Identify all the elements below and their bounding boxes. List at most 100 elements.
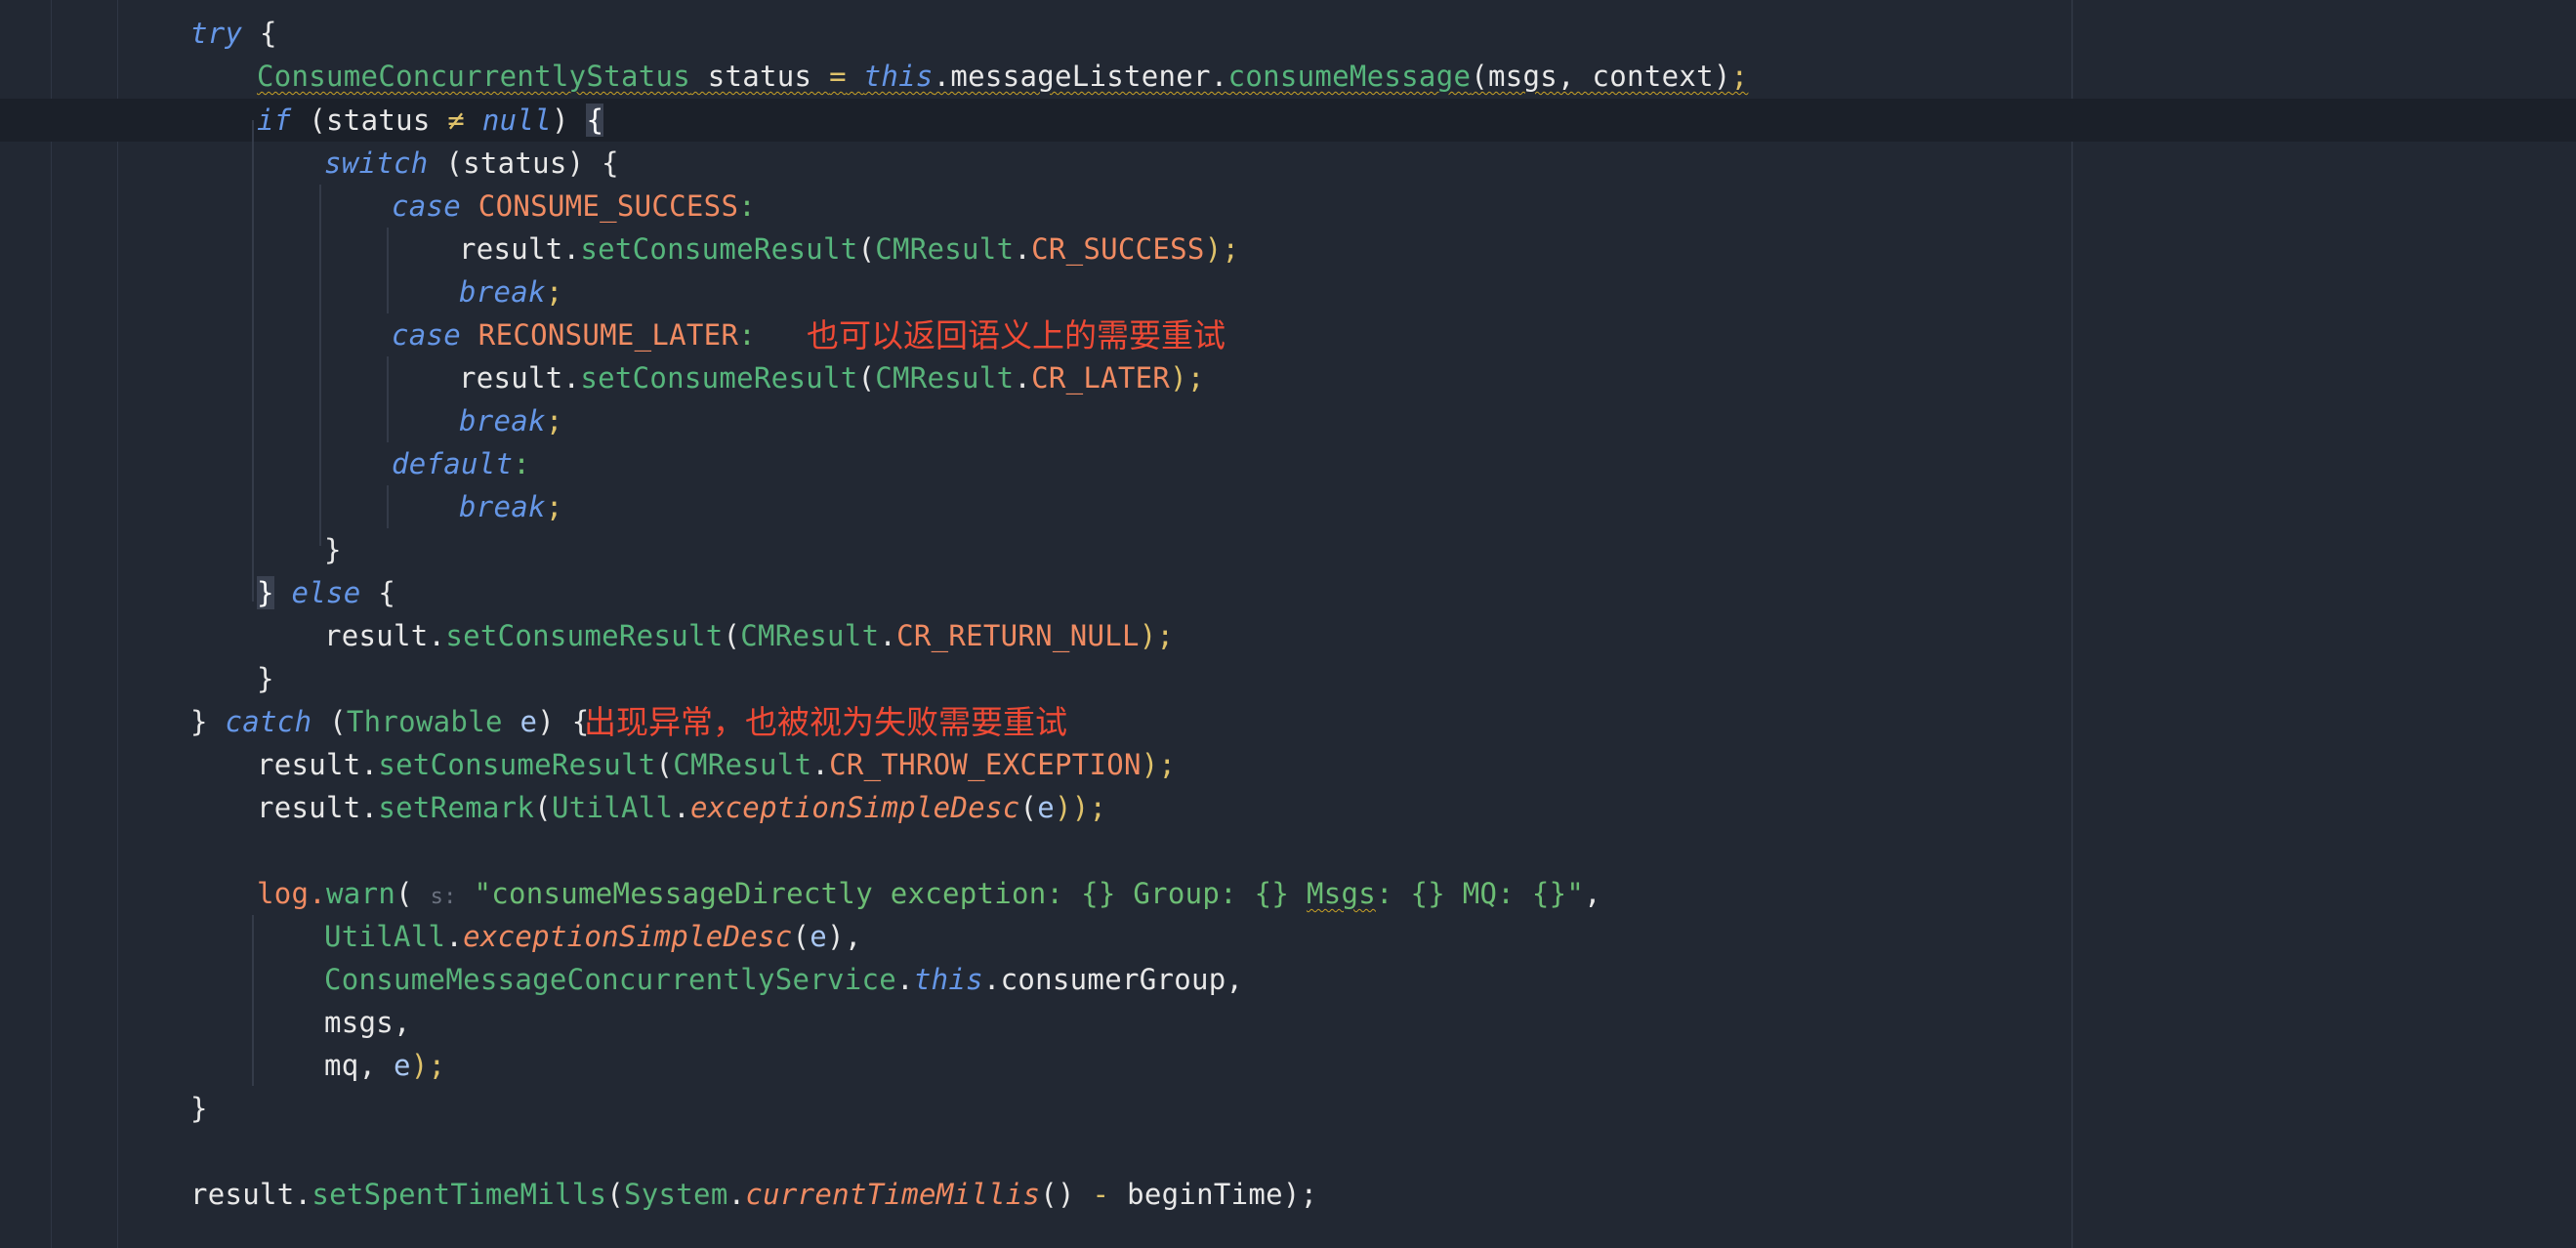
code-line-try[interactable]: try { <box>190 12 277 55</box>
type-utilall: UtilAll <box>551 791 674 824</box>
annotation-retry-note: 也可以返回语义上的需要重试 <box>807 316 1226 354</box>
object-result: result. <box>257 748 379 781</box>
minus-operator: - <box>1092 1178 1110 1211</box>
matched-brace-open: { <box>586 104 604 137</box>
method-set-consume-result: setConsumeResult <box>445 619 724 652</box>
dot: . <box>727 1178 746 1211</box>
paren-open: ( <box>857 361 876 395</box>
keyword-this: this <box>863 60 934 93</box>
static-method-current-time-millis: currentTimeMillis <box>745 1178 1041 1211</box>
param-e: e <box>1037 791 1055 824</box>
paren-open: ( <box>723 619 741 652</box>
code-line-break[interactable]: break; <box>459 485 563 528</box>
code-line-case-reconsume-later[interactable]: case RECONSUME_LATER: <box>392 313 756 356</box>
paren-open: ( <box>1019 791 1038 824</box>
code-line-if-close[interactable]: } <box>257 657 274 700</box>
type-throwable: Throwable <box>346 705 503 738</box>
code-line-log-arg-group[interactable]: ConsumeMessageConcurrentlyService.this.c… <box>324 958 1243 1001</box>
indent-guide <box>387 356 389 442</box>
semicolon: ; <box>545 490 563 523</box>
paren-close: ); <box>1170 361 1205 395</box>
paren-open: ( <box>857 232 876 266</box>
code-line-catch-close[interactable]: } <box>190 1087 208 1130</box>
keyword-switch: switch <box>324 146 429 180</box>
code-line-log-warn[interactable]: log.warn( s: "consumeMessageDirectly exc… <box>257 872 1601 915</box>
object-result: result. <box>459 361 581 395</box>
method-set-spent-time-mills: setSpentTimeMills <box>312 1178 607 1211</box>
object-result: result. <box>324 619 446 652</box>
call-args: (msgs, context) <box>1471 60 1731 93</box>
call-parens: () <box>1040 1178 1093 1211</box>
paren-open: ( <box>606 1178 625 1211</box>
indent-guide <box>252 915 254 1086</box>
keyword-case: case <box>392 189 462 223</box>
paren-open: ( <box>534 791 552 824</box>
code-line-set-result-null[interactable]: result.setConsumeResult(CMResult.CR_RETU… <box>324 614 1174 657</box>
paren-close: ); <box>1141 748 1177 781</box>
code-line-set-result-later[interactable]: result.setConsumeResult(CMResult.CR_LATE… <box>459 356 1205 399</box>
type-utilall: UtilAll <box>324 920 446 953</box>
code-line-break[interactable]: break; <box>459 270 563 313</box>
indent-guide <box>252 120 254 602</box>
paren-open: ( <box>312 705 347 738</box>
paren-close: ); <box>1139 619 1175 652</box>
keyword-else: else <box>291 576 361 609</box>
colon: : <box>738 189 756 223</box>
type-system: System <box>624 1178 728 1211</box>
code-line-default[interactable]: default: <box>392 442 530 485</box>
code-line-catch[interactable]: } catch (Throwable e) { <box>190 700 590 743</box>
code-line-case-consume-success[interactable]: case CONSUME_SUCCESS: <box>392 185 756 228</box>
type-cmresult: CMResult <box>875 232 1015 266</box>
colon: : <box>513 447 531 480</box>
brace: { <box>242 17 277 50</box>
paren-close: ); <box>1204 232 1240 266</box>
dot: . <box>811 748 830 781</box>
code-line-set-result-success[interactable]: result.setConsumeResult(CMResult.CR_SUCC… <box>459 228 1239 270</box>
constant-reconsume-later: RECONSUME_LATER <box>461 318 739 352</box>
code-line-set-result-exception[interactable]: result.setConsumeResult(CMResult.CR_THRO… <box>257 743 1176 786</box>
code-line-status-declaration[interactable]: ConsumeConcurrentlyStatus status = this.… <box>257 55 1748 98</box>
code-line-log-arg-msgs[interactable]: msgs, <box>324 1001 411 1044</box>
param-e: e <box>502 705 538 738</box>
brace-close: } <box>190 1092 208 1125</box>
string-literal: "consumeMessageDirectly exception: {} Gr… <box>474 877 1307 910</box>
indent-guide <box>319 185 321 546</box>
paren-open: ( <box>655 748 674 781</box>
condition-open: (status <box>291 104 448 137</box>
dot: . <box>879 619 897 652</box>
object-result: result. <box>459 232 581 266</box>
code-line-log-arg-mq[interactable]: mq, e); <box>324 1044 445 1087</box>
paren-close: ); <box>410 1049 446 1082</box>
switch-expression: (status) { <box>428 146 619 180</box>
code-line-log-arg-exception[interactable]: UtilAll.exceptionSimpleDesc(e), <box>324 915 862 958</box>
variable-status: status <box>690 60 830 93</box>
type-cmresult: CMResult <box>673 748 812 781</box>
method-consume-message: consumeMessage <box>1227 60 1472 93</box>
code-line-break[interactable]: break; <box>459 399 563 442</box>
annotation-exception-note: 出现异常，也被视为失败需要重试 <box>584 703 1067 741</box>
semicolon: ; <box>545 404 563 437</box>
code-line-set-spent-time[interactable]: result.setSpentTimeMills(System.currentT… <box>190 1173 1317 1216</box>
keyword-null: null <box>481 104 552 137</box>
brace-close: } <box>257 662 274 695</box>
keyword-case: case <box>392 318 462 352</box>
not-equal-operator: ≠ <box>447 104 466 137</box>
code-line-switch-close[interactable]: } <box>324 528 342 571</box>
code-line-set-remark[interactable]: result.setRemark(UtilAll.exceptionSimple… <box>257 786 1106 829</box>
code-line-else[interactable]: } else { <box>257 571 395 614</box>
keyword-break: break <box>459 490 546 523</box>
object-result: result. <box>190 1178 312 1211</box>
condition-close: ) <box>551 104 587 137</box>
object-result: result. <box>257 791 379 824</box>
code-line-switch[interactable]: switch (status) { <box>324 142 619 185</box>
code-editor[interactable]: try { ConsumeConcurrentlyStatus status =… <box>0 0 2576 1248</box>
type-cmresult: CMResult <box>740 619 880 652</box>
right-margin-ruler <box>2071 0 2073 1248</box>
method-set-consume-result: setConsumeResult <box>580 361 858 395</box>
constant-cr-later: CR_LATER <box>1031 361 1171 395</box>
type-cmresult: CMResult <box>875 361 1015 395</box>
keyword-this: this <box>913 963 983 996</box>
code-line-if-status[interactable]: if (status ≠ null) { <box>257 99 604 142</box>
